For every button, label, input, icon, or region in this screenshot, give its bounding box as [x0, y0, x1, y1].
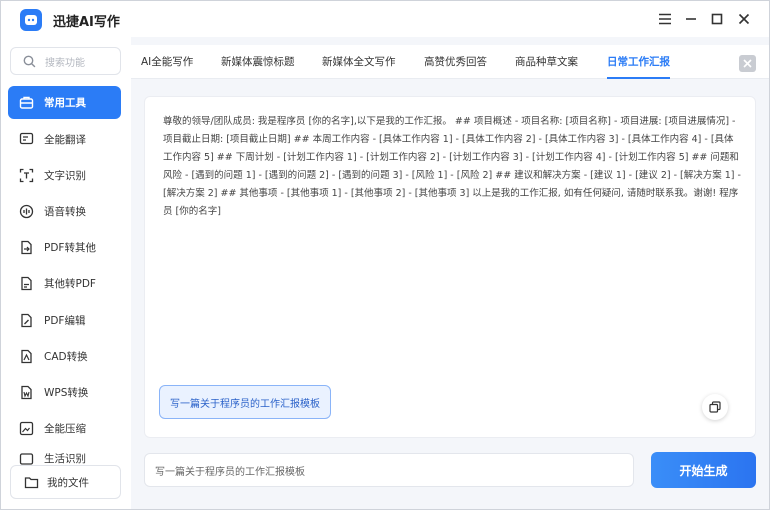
pdf-import-icon	[18, 276, 34, 292]
sidebar-item-pdf-edit[interactable]: PDF编辑	[8, 304, 121, 337]
sidebar: 搜索功能 常用工具 全能翻译 文字识别 语音转换 PDF转其他 其他转PDF P…	[1, 37, 131, 509]
sidebar-item-label: 全能翻译	[44, 134, 86, 146]
generated-report-text[interactable]: 尊敬的领导/团队成员: 我是程序员 [你的名字],以下是我的工作汇报。 ## 项…	[163, 113, 743, 221]
pdf-edit-icon	[18, 313, 34, 329]
search-placeholder: 搜索功能	[45, 57, 85, 69]
main-panel: AI全能写作 新媒体震惊标题 新媒体全文写作 高赞优秀回答 商品种草文案 日常工…	[131, 37, 769, 509]
start-generate-button[interactable]: 开始生成	[651, 452, 756, 488]
toolbox-icon	[18, 95, 34, 111]
tab-media-headline[interactable]: 新媒体震惊标题	[221, 45, 295, 79]
sidebar-item-label: 文字识别	[44, 170, 86, 182]
my-files-label: 我的文件	[47, 476, 89, 489]
close-icon[interactable]	[739, 55, 756, 72]
tab-bar: AI全能写作 新媒体震惊标题 新媒体全文写作 高赞优秀回答 商品种草文案 日常工…	[131, 45, 769, 79]
title-bar: 迅捷AI写作	[1, 1, 769, 37]
sidebar-item-label: PDF转其他	[44, 242, 96, 254]
app-title: 迅捷AI写作	[53, 15, 120, 30]
wps-icon	[18, 385, 34, 401]
app-logo-icon	[20, 9, 42, 31]
tab-top-answers[interactable]: 高赞优秀回答	[424, 45, 487, 79]
audio-convert-icon	[18, 204, 34, 220]
text-scan-icon	[18, 168, 34, 184]
folder-icon	[23, 474, 39, 490]
translate-icon	[18, 132, 34, 148]
sidebar-item-life-recognition[interactable]: 生活识别	[8, 448, 121, 466]
sidebar-item-pdf-to-other[interactable]: PDF转其他	[8, 231, 121, 264]
sidebar-item-translate[interactable]: 全能翻译	[8, 123, 121, 156]
pdf-export-icon	[18, 240, 34, 256]
prompt-input[interactable]: 写一篇关于程序员的工作汇报模板	[144, 453, 634, 487]
output-card: 尊敬的领导/团队成员: 我是程序员 [你的名字],以下是我的工作汇报。 ## 项…	[144, 96, 756, 438]
tab-media-fulltext[interactable]: 新媒体全文写作	[322, 45, 396, 79]
sidebar-item-text-recognition[interactable]: 文字识别	[8, 159, 121, 192]
sidebar-item-common-tools[interactable]: 常用工具	[8, 86, 121, 119]
cad-icon	[18, 349, 34, 365]
search-input[interactable]: 搜索功能	[10, 47, 121, 75]
sidebar-item-label: WPS转换	[44, 387, 89, 399]
sidebar-item-label: 生活识别	[44, 453, 86, 465]
app-window: 迅捷AI写作 搜索功能 常用工具 全能翻译 文字识别 语音转换 PDF转其他 其…	[0, 0, 770, 510]
template-suggestion-chip[interactable]: 写一篇关于程序员的工作汇报模板	[159, 385, 331, 419]
sidebar-item-other-to-pdf[interactable]: 其他转PDF	[8, 267, 121, 300]
tab-ai-writing[interactable]: AI全能写作	[141, 45, 193, 79]
sidebar-item-cad-convert[interactable]: CAD转换	[8, 340, 121, 373]
sidebar-item-label: PDF编辑	[44, 315, 86, 327]
sidebar-item-voice-convert[interactable]: 语音转换	[8, 195, 121, 228]
tab-product-copy[interactable]: 商品种草文案	[515, 45, 578, 79]
tab-daily-report[interactable]: 日常工作汇报	[607, 45, 670, 79]
compress-icon	[18, 421, 34, 437]
sidebar-item-label: CAD转换	[44, 351, 88, 363]
maximize-icon[interactable]	[707, 9, 727, 29]
life-scan-icon	[18, 450, 34, 466]
sidebar-item-label: 语音转换	[44, 206, 86, 218]
minimize-icon[interactable]	[681, 9, 701, 29]
my-files-button[interactable]: 我的文件	[10, 465, 121, 499]
menu-icon[interactable]	[655, 9, 675, 29]
sidebar-item-wps-convert[interactable]: WPS转换	[8, 376, 121, 409]
sidebar-item-label: 其他转PDF	[44, 278, 96, 290]
copy-button[interactable]	[702, 394, 728, 420]
copy-icon	[709, 401, 721, 413]
sidebar-item-compress[interactable]: 全能压缩	[8, 412, 121, 445]
search-icon	[23, 55, 36, 67]
sidebar-item-label: 全能压缩	[44, 423, 86, 435]
sidebar-item-label: 常用工具	[44, 97, 86, 109]
close-window-icon[interactable]	[734, 9, 754, 29]
